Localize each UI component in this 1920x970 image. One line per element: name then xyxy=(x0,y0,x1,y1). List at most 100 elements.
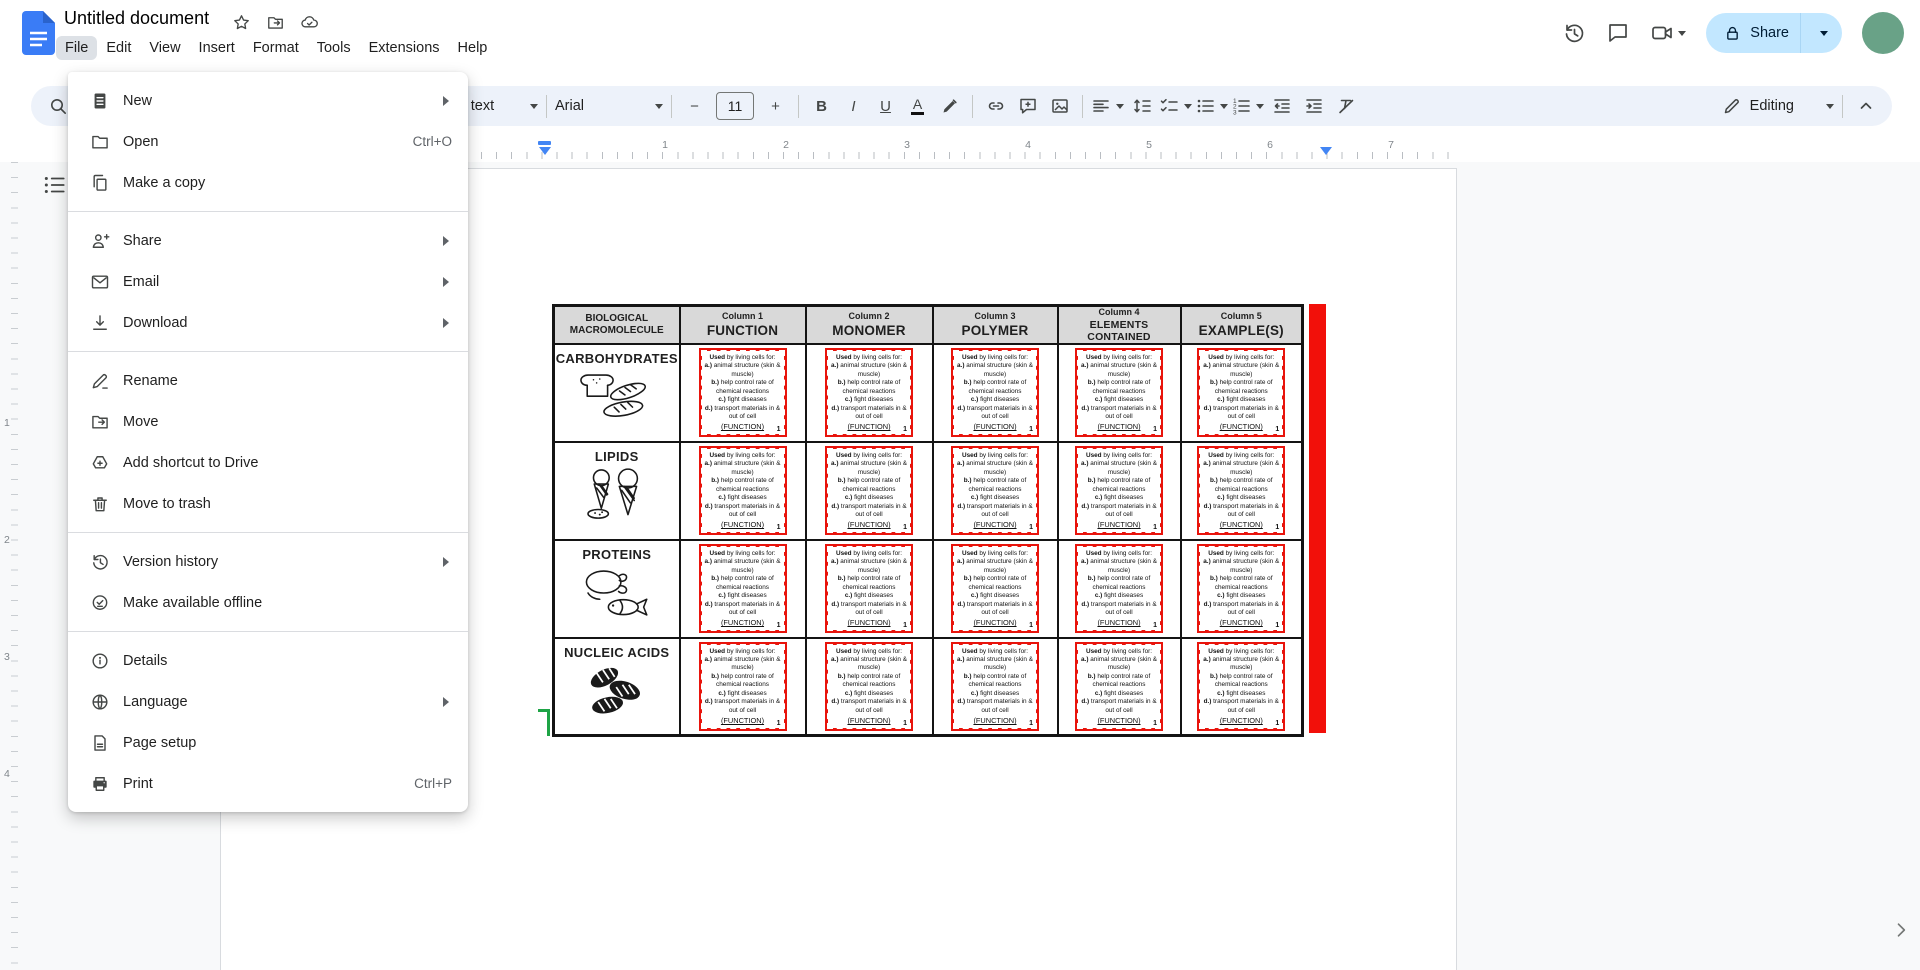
table-cell[interactable]: Used by living cells for:a.) animal stru… xyxy=(680,540,806,638)
menu-item-share[interactable]: Share xyxy=(68,220,468,261)
menu-item-move-to-trash[interactable]: Move to trash xyxy=(68,483,468,524)
menubar-format[interactable]: Format xyxy=(244,36,308,60)
font-size-input[interactable]: 11 xyxy=(716,92,754,120)
menubar-insert[interactable]: Insert xyxy=(190,36,244,60)
bulleted-list-button[interactable] xyxy=(1195,91,1228,121)
font-dropdown[interactable]: Arial xyxy=(555,91,663,121)
function-card[interactable]: Used by living cells for:a.) animal stru… xyxy=(1197,446,1285,535)
function-card[interactable]: Used by living cells for:a.) animal stru… xyxy=(1075,348,1163,437)
bold-button[interactable]: B xyxy=(807,91,836,121)
table-cell[interactable]: Used by living cells for:a.) animal stru… xyxy=(1058,540,1181,638)
row-label-cell[interactable]: CARBOHYDRATES xyxy=(554,344,680,442)
underline-button[interactable]: U xyxy=(871,91,900,121)
menu-item-page-setup[interactable]: Page setup xyxy=(68,722,468,763)
function-card[interactable]: Used by living cells for:a.) animal stru… xyxy=(1075,446,1163,535)
text-color-button[interactable]: A xyxy=(903,91,932,121)
table-cell[interactable]: Used by living cells for:a.) animal stru… xyxy=(1181,344,1303,442)
menu-item-new[interactable]: New xyxy=(68,80,468,121)
table-cell[interactable]: Used by living cells for:a.) animal stru… xyxy=(806,638,933,736)
function-card[interactable]: Used by living cells for:a.) animal stru… xyxy=(951,446,1039,535)
table-cell[interactable]: Used by living cells for:a.) animal stru… xyxy=(806,442,933,540)
column-header-example-s[interactable]: Column 5EXAMPLE(S) xyxy=(1181,306,1303,344)
add-comment-button[interactable] xyxy=(1013,91,1042,121)
clear-formatting-button[interactable] xyxy=(1331,91,1360,121)
account-avatar[interactable] xyxy=(1862,12,1904,54)
table-cell[interactable]: Used by living cells for:a.) animal stru… xyxy=(806,344,933,442)
menu-item-add-shortcut-to-drive[interactable]: Add shortcut to Drive xyxy=(68,442,468,483)
menubar-help[interactable]: Help xyxy=(449,36,497,60)
table-cell[interactable]: Used by living cells for:a.) animal stru… xyxy=(1058,344,1181,442)
increase-font-size-button[interactable]: + xyxy=(761,91,790,121)
function-card[interactable]: Used by living cells for:a.) animal stru… xyxy=(825,642,913,731)
row-label-cell[interactable]: LIPIDS xyxy=(554,442,680,540)
function-card[interactable]: Used by living cells for:a.) animal stru… xyxy=(1075,544,1163,633)
function-card[interactable]: Used by living cells for:a.) animal stru… xyxy=(951,642,1039,731)
decrease-indent-button[interactable] xyxy=(1267,91,1296,121)
function-card[interactable]: Used by living cells for:a.) animal stru… xyxy=(825,446,913,535)
function-card[interactable]: Used by living cells for:a.) animal stru… xyxy=(951,544,1039,633)
table-cell[interactable]: Used by living cells for:a.) animal stru… xyxy=(933,638,1058,736)
function-card[interactable]: Used by living cells for:a.) animal stru… xyxy=(1197,544,1285,633)
align-button[interactable] xyxy=(1091,91,1124,121)
video-call-button[interactable] xyxy=(1650,21,1686,45)
menu-item-email[interactable]: Email xyxy=(68,261,468,302)
table-cell[interactable]: Used by living cells for:a.) animal stru… xyxy=(1181,638,1303,736)
menubar-view[interactable]: View xyxy=(140,36,189,60)
column-header-biological-macromolecule[interactable]: BIOLOGICALMACROMOLECULE xyxy=(554,306,680,344)
document-outline-icon[interactable] xyxy=(42,172,68,198)
function-card[interactable]: Used by living cells for:a.) animal stru… xyxy=(699,348,787,437)
share-button[interactable]: Share xyxy=(1706,13,1842,53)
right-indent-marker[interactable] xyxy=(1320,147,1332,155)
insert-image-button[interactable] xyxy=(1045,91,1074,121)
italic-button[interactable]: I xyxy=(839,91,868,121)
comments-icon[interactable] xyxy=(1606,21,1630,45)
table-cell[interactable]: Used by living cells for:a.) animal stru… xyxy=(1181,540,1303,638)
decrease-font-size-button[interactable]: − xyxy=(680,91,709,121)
menu-item-language[interactable]: Language xyxy=(68,681,468,722)
table-cell[interactable]: Used by living cells for:a.) animal stru… xyxy=(933,442,1058,540)
star-icon[interactable] xyxy=(232,13,251,32)
row-label-cell[interactable]: NUCLEIC ACIDS xyxy=(554,638,680,736)
share-caret-icon[interactable] xyxy=(1820,31,1828,36)
function-card[interactable]: Used by living cells for:a.) animal stru… xyxy=(699,544,787,633)
table-cell[interactable]: Used by living cells for:a.) animal stru… xyxy=(806,540,933,638)
menu-item-make-available-offline[interactable]: Make available offline xyxy=(68,582,468,623)
numbered-list-button[interactable]: 123 xyxy=(1231,91,1264,121)
version-history-icon[interactable] xyxy=(1562,21,1586,45)
chevron-right-icon[interactable] xyxy=(1891,920,1911,940)
function-card[interactable]: Used by living cells for:a.) animal stru… xyxy=(951,348,1039,437)
function-card[interactable]: Used by living cells for:a.) animal stru… xyxy=(1075,642,1163,731)
insert-link-button[interactable] xyxy=(981,91,1010,121)
function-card[interactable]: Used by living cells for:a.) animal stru… xyxy=(1197,348,1285,437)
line-spacing-button[interactable] xyxy=(1127,91,1156,121)
menu-item-version-history[interactable]: Version history xyxy=(68,541,468,582)
menu-item-details[interactable]: Details xyxy=(68,640,468,681)
increase-indent-button[interactable] xyxy=(1299,91,1328,121)
column-header-monomer[interactable]: Column 2MONOMER xyxy=(806,306,933,344)
menubar-tools[interactable]: Tools xyxy=(308,36,360,60)
table-cell[interactable]: Used by living cells for:a.) animal stru… xyxy=(933,540,1058,638)
google-docs-logo[interactable] xyxy=(22,11,55,55)
first-line-indent-marker[interactable] xyxy=(538,141,551,145)
function-card[interactable]: Used by living cells for:a.) animal stru… xyxy=(1197,642,1285,731)
menu-item-open[interactable]: OpenCtrl+O xyxy=(68,121,468,162)
document-title[interactable]: Untitled document xyxy=(64,8,209,29)
table-cell[interactable]: Used by living cells for:a.) animal stru… xyxy=(1058,442,1181,540)
function-card[interactable]: Used by living cells for:a.) animal stru… xyxy=(825,348,913,437)
move-folder-icon[interactable] xyxy=(266,13,285,32)
table-cell[interactable]: Used by living cells for:a.) animal stru… xyxy=(1181,442,1303,540)
menubar-edit[interactable]: Edit xyxy=(97,36,140,60)
row-label-cell[interactable]: PROTEINS xyxy=(554,540,680,638)
menu-item-download[interactable]: Download xyxy=(68,302,468,343)
table-cell[interactable]: Used by living cells for:a.) animal stru… xyxy=(680,638,806,736)
column-header-polymer[interactable]: Column 3POLYMER xyxy=(933,306,1058,344)
table-cell[interactable]: Used by living cells for:a.) animal stru… xyxy=(680,344,806,442)
column-header-elements-contained[interactable]: Column 4ELEMENTSCONTAINED xyxy=(1058,306,1181,344)
hide-menus-button[interactable] xyxy=(1851,91,1880,121)
table-cell[interactable]: Used by living cells for:a.) animal stru… xyxy=(680,442,806,540)
function-card[interactable]: Used by living cells for:a.) animal stru… xyxy=(825,544,913,633)
checklist-button[interactable] xyxy=(1159,91,1192,121)
menu-item-make-a-copy[interactable]: Make a copy xyxy=(68,162,468,203)
cloud-status-icon[interactable] xyxy=(300,13,319,32)
column-header-function[interactable]: Column 1FUNCTION xyxy=(680,306,806,344)
